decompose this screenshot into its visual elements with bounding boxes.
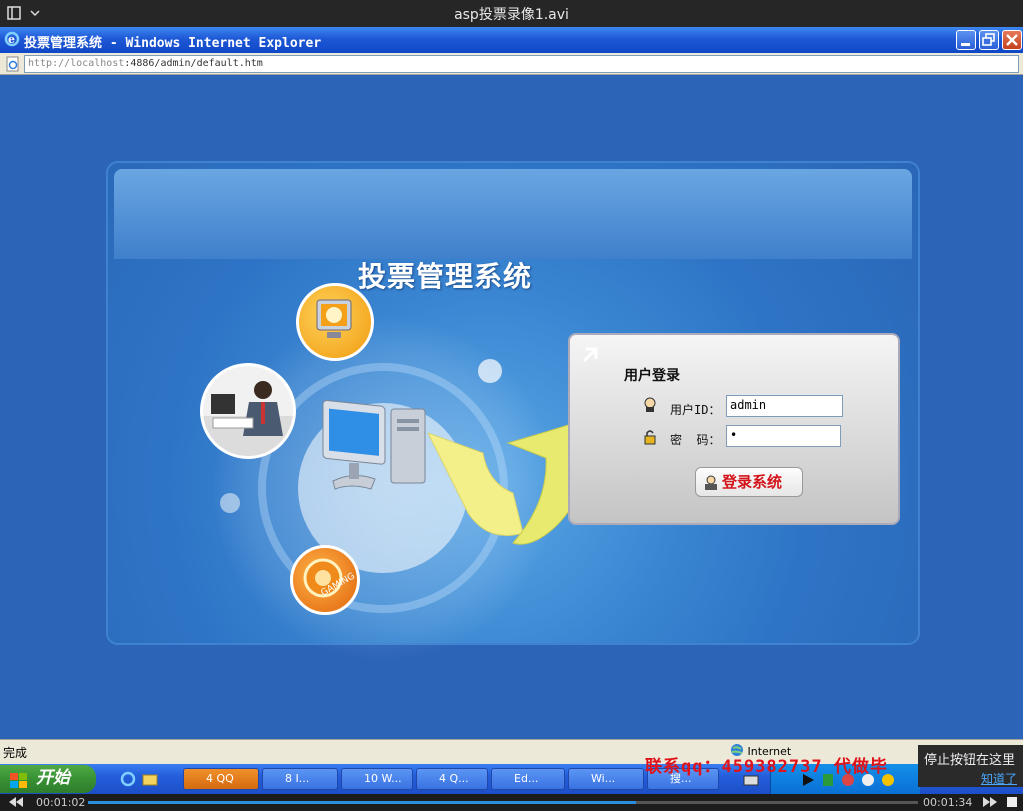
fast-forward-icon[interactable] (982, 796, 998, 811)
page-icon (5, 56, 21, 76)
ie-window: e 投票管理系统 - Windows Internet Explorer htt… (0, 27, 1023, 764)
decor-dot (478, 359, 502, 383)
quicklaunch-ie-icon[interactable] (120, 771, 136, 791)
login-panel: 投票管理系统 GAMING 用户登录 用户ID： admin 密 码： • 登录… (108, 163, 918, 663)
start-label: 开始 (36, 768, 70, 788)
page-content: 投票管理系统 GAMING 用户登录 用户ID： admin 密 码： • 登录… (0, 75, 1023, 739)
address-host: http://localhost (28, 58, 125, 69)
rewind-icon[interactable] (8, 796, 24, 811)
address-path: :4886/admin/default.htm (124, 58, 263, 69)
login-submit-label: 登录系统 (722, 473, 783, 491)
ie-titlebar[interactable]: e 投票管理系统 - Windows Internet Explorer (0, 27, 1023, 53)
monitor-bubble-image (296, 283, 374, 361)
decor-dot (220, 493, 240, 513)
taskbar-item[interactable]: 4 Q... (416, 768, 488, 790)
lock-icon (642, 429, 658, 449)
quicklaunch-folder-icon[interactable] (142, 771, 158, 791)
user-icon (642, 397, 658, 417)
user-id-label: 用户ID： (670, 403, 721, 417)
minimize-button[interactable] (956, 30, 976, 50)
player-top-bar: asp投票录像1.avi (0, 0, 1023, 27)
login-box: 用户登录 用户ID： admin 密 码： • 登录系统 (568, 333, 900, 525)
password-input[interactable]: • (726, 425, 841, 447)
player-controls: 00:01:02 00:01:34 (0, 794, 1023, 810)
login-user-icon (702, 473, 720, 501)
stop-icon[interactable] (1006, 796, 1018, 811)
watermark-text: 联系qq：459382737 代做毕 (645, 757, 888, 777)
start-button[interactable]: 开始 (0, 765, 96, 793)
address-input[interactable]: http://localhost:4886/admin/default.htm (24, 55, 1019, 73)
player-title: asp投票录像1.avi (454, 7, 569, 23)
password-label: 密 码： (670, 433, 721, 447)
businessman-bubble-image (200, 363, 296, 459)
time-current: 00:01:02 (36, 796, 86, 809)
seek-bar[interactable] (88, 801, 918, 804)
tooltip-dismiss-link[interactable]: 知道了 (924, 770, 1017, 787)
address-bar: http://localhost:4886/admin/default.htm (0, 53, 1023, 75)
seek-bar-fill (88, 801, 636, 804)
taskbar-item[interactable]: 8 I... (262, 768, 338, 790)
corner-arrow-icon (580, 345, 600, 369)
stop-button-tooltip: 停止按钮在这里 知道了 (918, 745, 1023, 787)
ie-logo-icon: e (4, 31, 20, 51)
system-title: 投票管理系统 (358, 260, 533, 293)
taskbar-item[interactable]: 10 W... (341, 768, 413, 790)
ie-window-title: 投票管理系统 - Windows Internet Explorer (24, 36, 322, 51)
taskbar-item[interactable]: Wi... (568, 768, 644, 790)
user-id-input[interactable]: admin (726, 395, 843, 417)
close-button[interactable] (1002, 30, 1022, 50)
time-total: 00:01:34 (923, 796, 973, 809)
login-submit-button[interactable]: 登录系统 (695, 467, 803, 497)
taskbar-item[interactable]: Ed... (491, 768, 565, 790)
restore-button[interactable] (979, 30, 999, 50)
svg-text:e: e (8, 33, 15, 46)
panel-header-band (114, 169, 912, 259)
taskbar-item[interactable]: 4 QQ (183, 768, 259, 790)
status-text: 完成 (3, 746, 28, 760)
computer-illustration (313, 393, 443, 503)
tooltip-text: 停止按钮在这里 (924, 753, 1016, 768)
gaming-bubble-image: GAMING (290, 545, 360, 615)
login-heading: 用户登录 (624, 368, 680, 384)
